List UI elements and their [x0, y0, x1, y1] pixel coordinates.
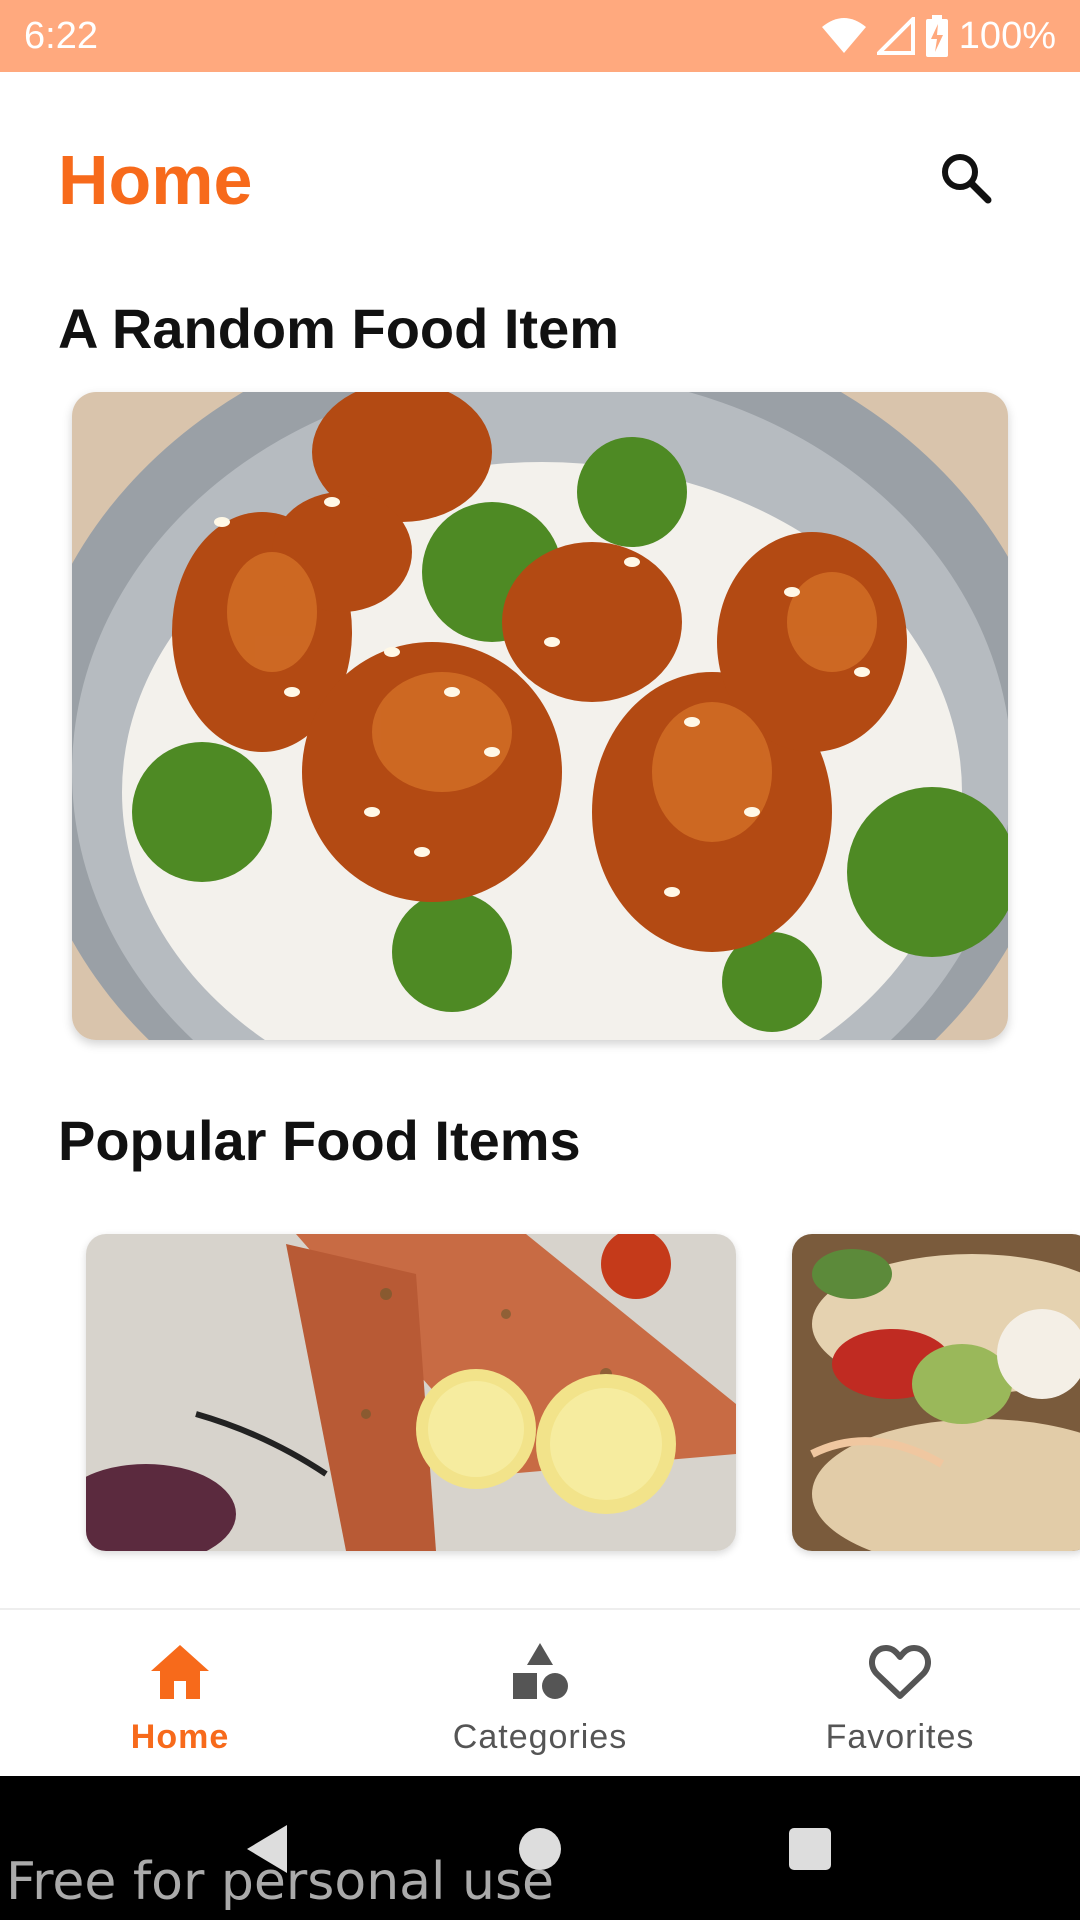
nav-item-home[interactable]: Home: [0, 1610, 360, 1776]
random-food-image: [72, 392, 1008, 1040]
nav-item-categories[interactable]: Categories: [360, 1610, 720, 1776]
popular-food-image: [86, 1234, 736, 1551]
watermark: Free for personal use: [6, 1852, 555, 1912]
section-title-popular: Popular Food Items: [58, 1109, 581, 1172]
home-icon: [148, 1640, 212, 1704]
nav-item-favorites[interactable]: Favorites: [720, 1610, 1080, 1776]
recents-icon: [787, 1826, 833, 1877]
heart-icon: [868, 1640, 932, 1704]
bottom-navigation: Home Categories Favorites: [0, 1608, 1080, 1776]
battery-level: 100%: [958, 14, 1056, 57]
battery-charging-icon: [925, 15, 949, 57]
popular-food-card[interactable]: [86, 1234, 736, 1551]
categories-icon: [508, 1640, 572, 1704]
search-icon: [936, 148, 996, 213]
search-button[interactable]: [930, 144, 1002, 216]
status-icons: 100%: [821, 15, 1056, 58]
wifi-icon: [821, 17, 867, 55]
page-title: Home: [58, 141, 253, 219]
recents-button[interactable]: [765, 1806, 855, 1896]
status-time: 6:22: [24, 14, 98, 57]
status-bar: 6:22 100%: [0, 0, 1080, 72]
nav-label-favorites: Favorites: [825, 1718, 975, 1756]
random-food-card[interactable]: [72, 392, 1008, 1040]
nav-label-home: Home: [130, 1718, 230, 1756]
popular-food-card[interactable]: [792, 1234, 1080, 1551]
section-title-random: A Random Food Item: [58, 297, 620, 360]
signal-icon: [876, 17, 915, 55]
nav-label-categories: Categories: [452, 1718, 628, 1756]
popular-food-image: [792, 1234, 1080, 1551]
